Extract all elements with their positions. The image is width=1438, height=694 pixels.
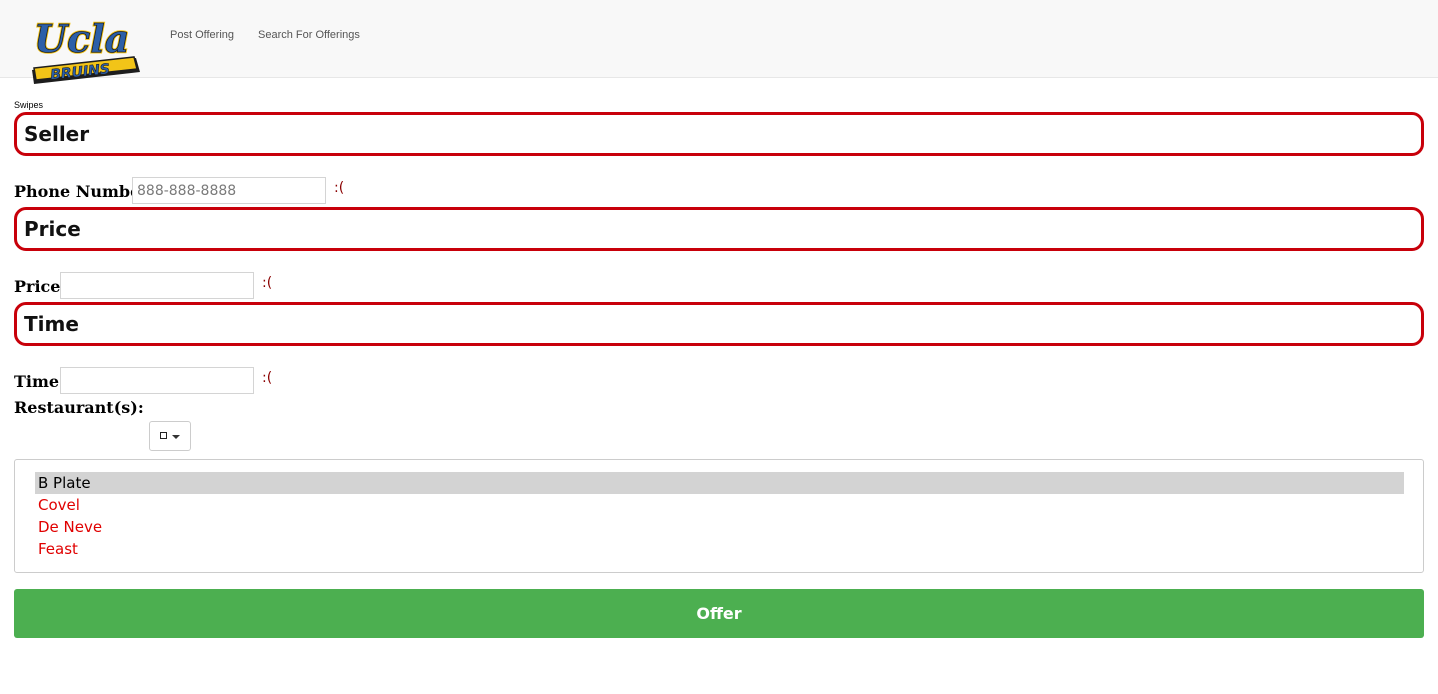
price-status-text: :( xyxy=(262,275,273,291)
caret-down-icon xyxy=(172,435,180,439)
restaurant-list: B Plate Covel De Neve Feast xyxy=(14,459,1424,573)
time-section-header: Time xyxy=(14,302,1424,346)
checkbox-icon xyxy=(160,432,167,439)
offer-button[interactable]: Offer xyxy=(14,589,1424,638)
navbar: BRUINS Ucla Ucla Post Offering Search Fo… xyxy=(0,0,1438,84)
phone-number-input[interactable] xyxy=(132,177,326,204)
time-section-title: Time xyxy=(24,312,79,336)
restaurant-option-covel[interactable]: Covel xyxy=(35,494,1404,516)
page-label: Swipes xyxy=(14,100,44,110)
restaurant-option-b-plate[interactable]: B Plate xyxy=(35,472,1404,494)
seller-section-header: Seller xyxy=(14,112,1424,156)
svg-text:Ucla: Ucla xyxy=(34,16,129,61)
restaurant-select-dropdown[interactable] xyxy=(149,421,191,451)
restaurant-option-feast[interactable]: Feast xyxy=(35,538,1404,560)
time-status-text: :( xyxy=(262,370,273,386)
nav-post-offering[interactable]: Post Offering xyxy=(170,29,234,41)
phone-status-text: :( xyxy=(334,180,345,196)
time-input[interactable] xyxy=(60,367,254,394)
price-section-title: Price xyxy=(24,217,81,241)
restaurants-label: Restaurant(s): xyxy=(14,398,144,417)
ucla-bruins-logo[interactable]: BRUINS Ucla Ucla xyxy=(28,8,144,86)
nav-search-offerings[interactable]: Search For Offerings xyxy=(258,29,360,41)
price-section-header: Price xyxy=(14,207,1424,251)
restaurant-option-de-neve[interactable]: De Neve xyxy=(35,516,1404,538)
time-label: Time: xyxy=(14,372,65,391)
seller-section-title: Seller xyxy=(24,122,90,146)
price-label: Price: xyxy=(14,277,67,296)
price-input[interactable] xyxy=(60,272,254,299)
